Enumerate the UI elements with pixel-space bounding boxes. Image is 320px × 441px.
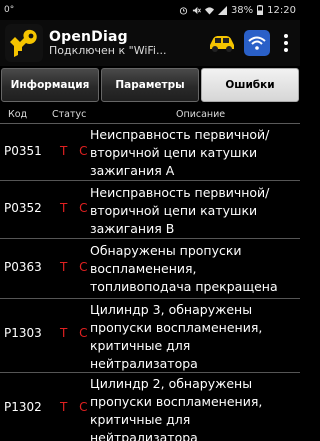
overflow-menu-icon[interactable] [278,34,294,52]
battery-percent: 38% [230,4,254,16]
wifi-icon [248,36,266,50]
wifi-signal-icon [204,6,214,15]
error-status: T C [60,144,92,158]
error-code: P0352 [4,201,42,215]
battery-icon [257,5,264,15]
error-code: P0351 [4,144,42,158]
error-description: Цилиндр 3, обнаружены пропуски воспламен… [90,302,263,371]
app-titles: OpenDiag Подключен к "WiFi... [49,29,208,58]
header-status: Статус [52,109,87,120]
header-description: Описание [176,109,226,120]
cell-signal-icon [217,5,227,15]
app-title: OpenDiag [49,28,128,45]
error-description: Цилиндр 2, обнаружены пропуски воспламен… [90,376,263,441]
table-row[interactable]: P1303 T C Цилиндр 3, обнаружены пропуски… [0,299,300,373]
error-description: Неисправность первичной/вторичной цепи к… [90,185,270,236]
tab-information[interactable]: Информация [1,68,99,102]
error-status: T C [60,400,92,414]
status-icons: 38% 12:20 [179,5,296,16]
table-header: Код Статус Описание [0,106,300,124]
alarm-icon [179,6,188,15]
error-status: T C [60,326,92,340]
table-row[interactable]: P0352 T C Неисправность первичной/вторич… [0,181,300,239]
wifi-button[interactable] [244,30,270,56]
table-row[interactable]: P1302 T C Цилиндр 2, обнаружены пропуски… [0,373,300,441]
error-description: Обнаружены пропуски воспламенения, топли… [90,243,278,294]
status-left-text: 0° [4,5,15,15]
car-icon[interactable] [208,34,236,52]
status-bar: 0° 38% 12:20 [0,0,300,20]
tab-parameters[interactable]: Параметры [101,68,199,102]
clock: 12:20 [267,4,296,16]
error-list: P0351 T C Неисправность первичной/вторич… [0,124,300,441]
header-code: Код [8,109,28,120]
table-row[interactable]: P0363 T C Обнаружены пропуски воспламене… [0,239,300,299]
connection-status: Подключен к "WiFi... [49,43,167,57]
tab-errors[interactable]: Ошибки [201,68,299,102]
error-status: T C [60,201,92,215]
error-status: T C [60,260,92,274]
error-code: P0363 [4,260,42,274]
error-code: P1302 [4,400,42,414]
error-code: P1303 [4,326,42,340]
app-bar: OpenDiag Подключен к "WiFi... [0,20,300,66]
mute-icon [192,6,201,14]
tab-bar: Информация Параметры Ошибки [0,68,300,102]
table-row[interactable]: P0351 T C Неисправность первичной/вторич… [0,124,300,181]
error-description: Неисправность первичной/вторичной цепи к… [90,127,270,178]
key-logo-icon [5,24,43,62]
